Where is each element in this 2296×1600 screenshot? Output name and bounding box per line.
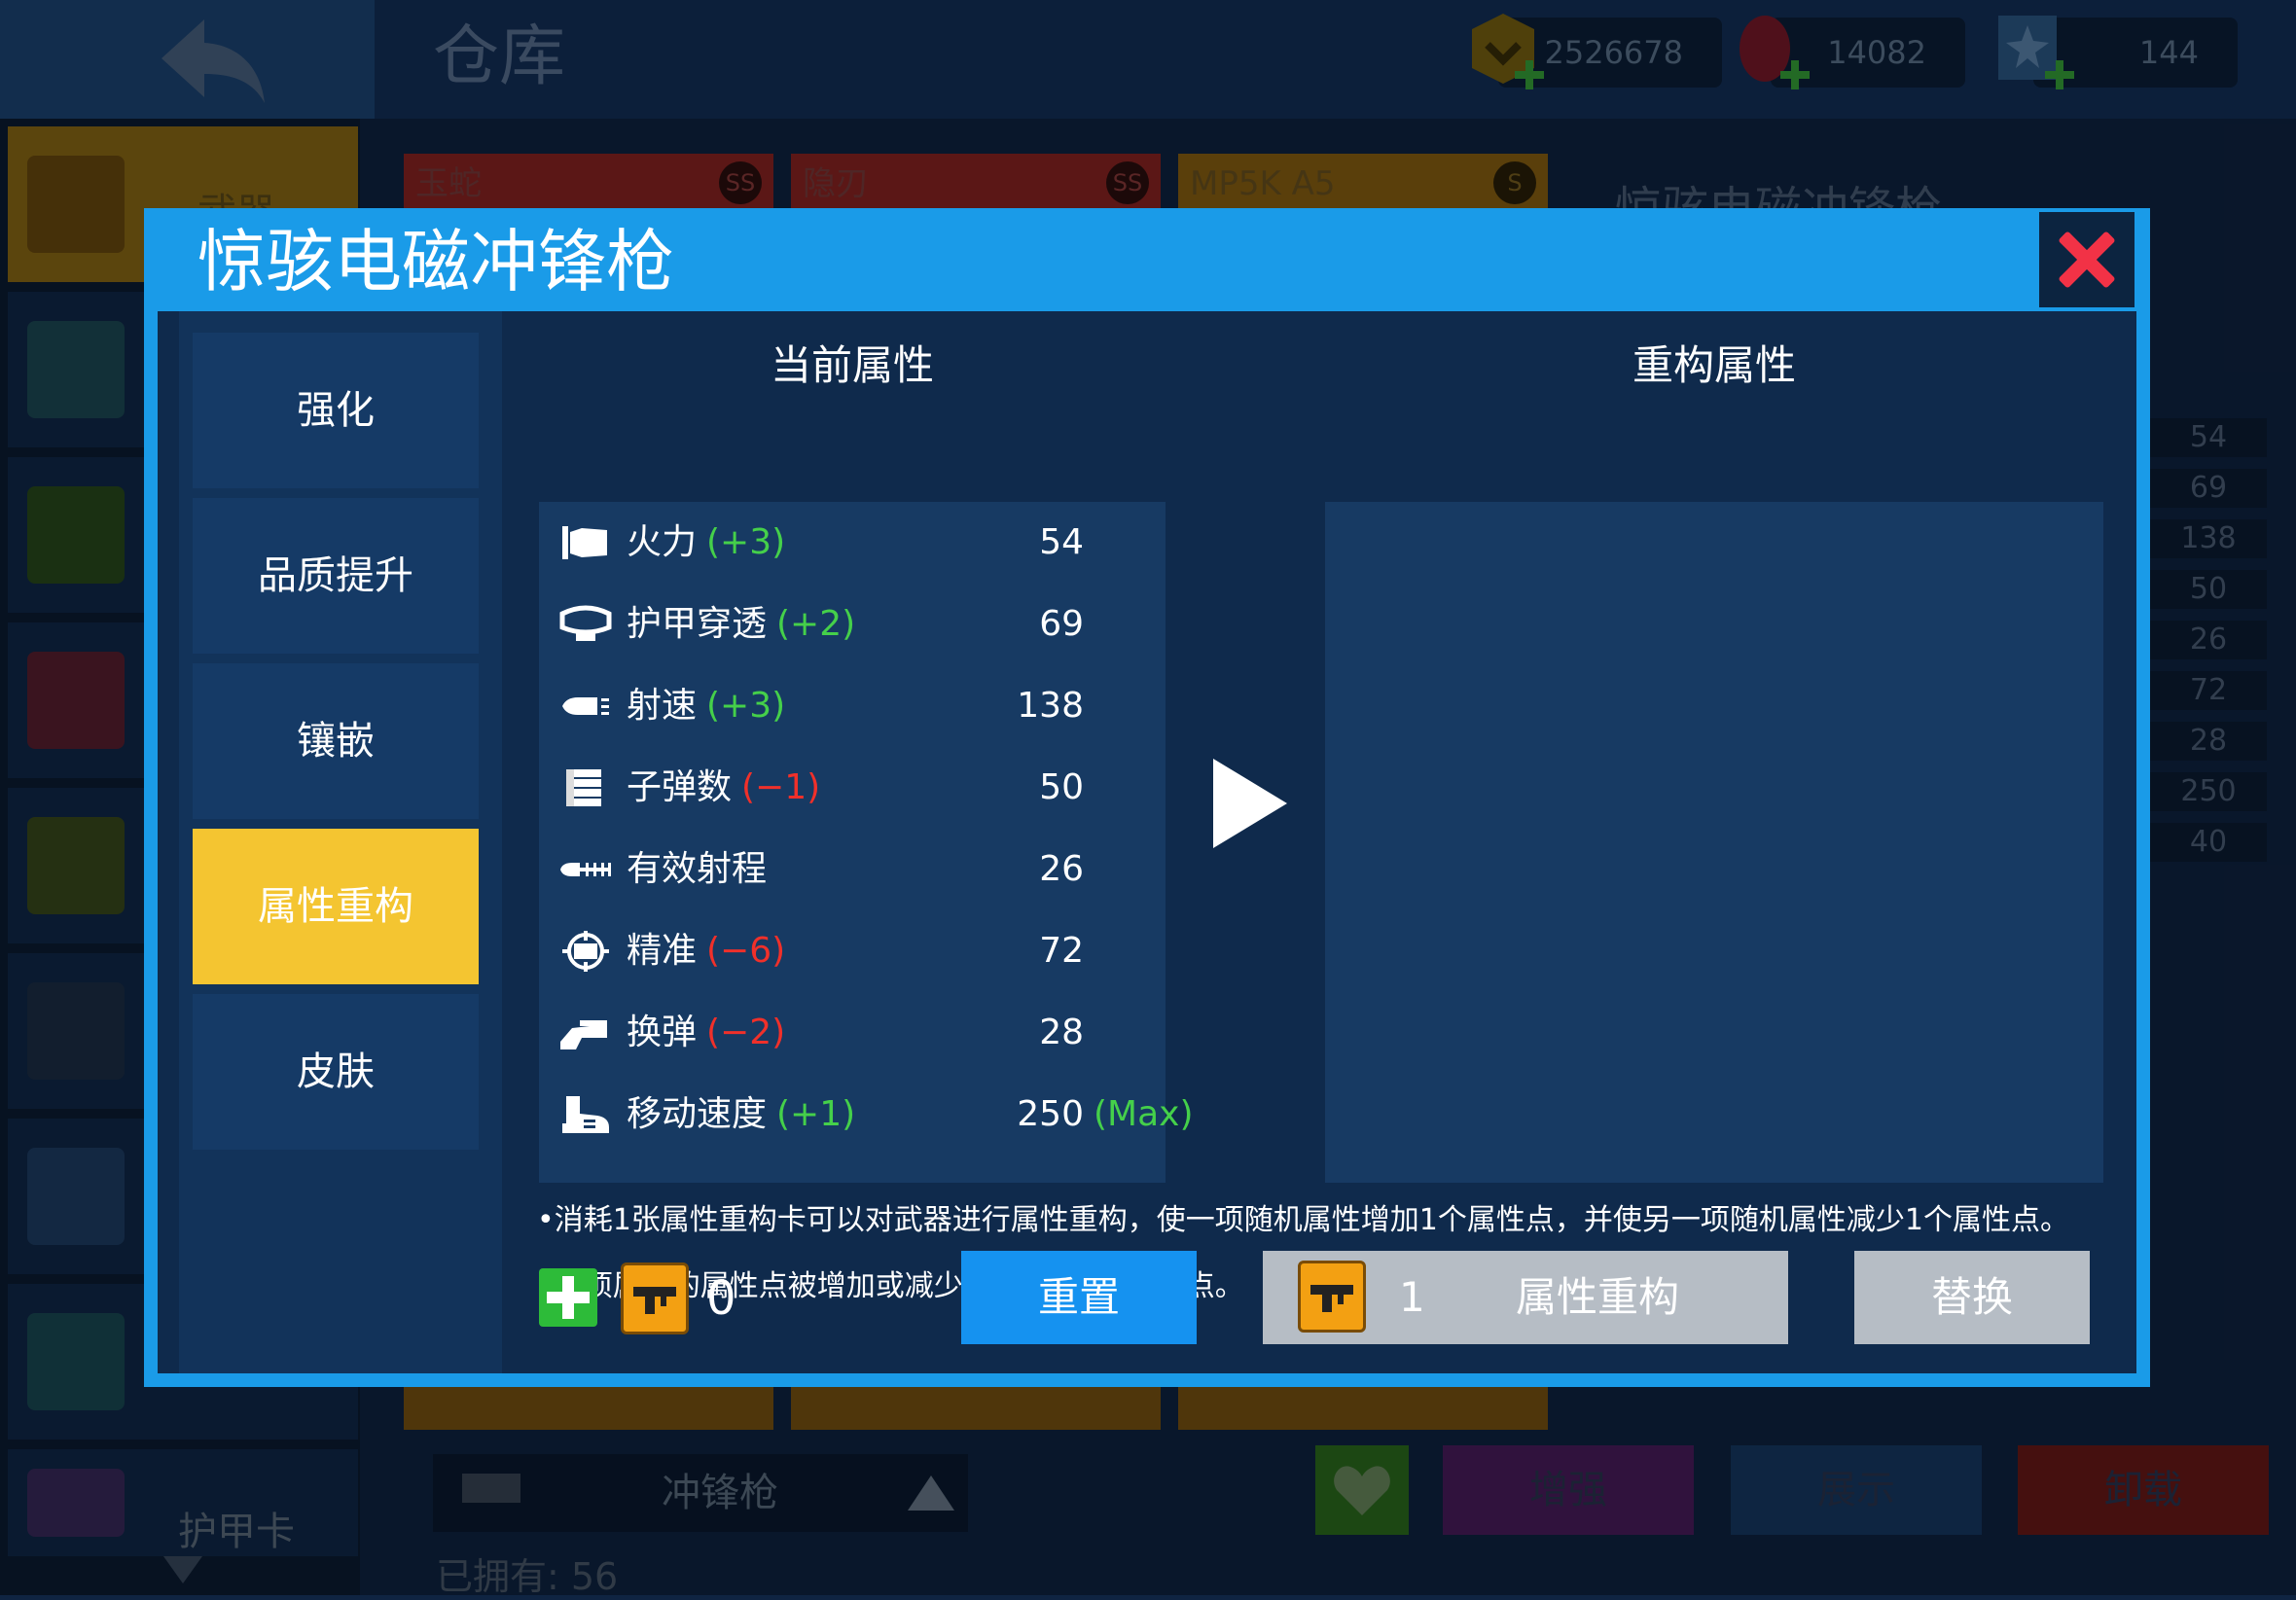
stat-value: 250 — [1017, 1094, 1084, 1134]
tab-attribute-reroll[interactable]: 属性重构 — [193, 829, 479, 984]
owned-card-count: 0 — [706, 1271, 736, 1326]
stat-row: 精准 (−6) 72 — [539, 910, 1166, 992]
stat-delta: (−2) — [706, 1013, 786, 1052]
stat-row: 换弹 (−2) 28 — [539, 992, 1166, 1074]
accuracy-icon — [562, 931, 609, 972]
stat-value: 50 — [1039, 767, 1084, 807]
stat-row: 护甲穿透 (+2) 69 — [539, 584, 1166, 665]
stat-delta: (+2) — [776, 604, 856, 644]
stat-name: 移动速度 — [627, 1094, 768, 1134]
cost-card-count: 1 — [1399, 1273, 1425, 1321]
stat-name: 有效射程 — [627, 849, 768, 889]
stat-name: 射速 — [627, 686, 698, 726]
stat-row: 移动速度 (+1) 250 (Max) — [539, 1074, 1194, 1156]
stat-max-label: (Max) — [1094, 1094, 1194, 1134]
rerolled-attributes-panel — [1325, 502, 2103, 1183]
armor-pierce-icon — [559, 605, 612, 641]
tab-enhance[interactable]: 强化 — [193, 333, 479, 488]
stat-value: 26 — [1039, 849, 1084, 889]
ammo-count-icon — [566, 769, 601, 806]
dialog-body: 强化 品质提升 镶嵌 属性重构 皮肤 当前属性 重构属性 火力 (+3) 54 护… — [158, 311, 2136, 1373]
stat-name: 火力 — [627, 522, 698, 562]
close-button[interactable] — [2039, 212, 2135, 307]
stat-delta: (−6) — [706, 931, 786, 971]
stat-delta: (+3) — [706, 522, 786, 562]
rerolled-attributes-title: 重构属性 — [1632, 341, 1796, 389]
reroll-label: 属性重构 — [1516, 1273, 1680, 1321]
stat-name: 子弹数 — [627, 767, 733, 807]
fire-rate-icon — [562, 697, 609, 715]
firepower-icon — [562, 526, 607, 559]
stat-row: 火力 (+3) 54 — [539, 502, 1166, 584]
stat-delta: (−1) — [741, 767, 821, 807]
dialog-title: 惊骇电磁冲锋枪 — [197, 222, 674, 302]
reroll-card-icon — [621, 1262, 689, 1334]
stat-name: 护甲穿透 — [627, 604, 768, 644]
arrow-right-icon — [1213, 759, 1287, 848]
stat-row: 子弹数 (−1) 50 — [539, 747, 1166, 829]
stat-delta: (+3) — [706, 686, 786, 726]
current-attributes-panel: 火力 (+3) 54 护甲穿透 (+2) 69 射速 (+3) 138 子弹数 (−1)… — [539, 502, 1194, 1183]
tab-quality-upgrade[interactable]: 品质提升 — [193, 498, 479, 654]
reload-icon — [560, 1020, 607, 1049]
tab-skin[interactable]: 皮肤 — [193, 994, 479, 1150]
buy-card-button[interactable] — [539, 1268, 597, 1327]
stat-value: 54 — [1039, 522, 1084, 562]
stat-name: 换弹 — [627, 1013, 698, 1052]
stat-value: 28 — [1039, 1013, 1084, 1052]
reset-button[interactable]: 重置 — [961, 1251, 1197, 1344]
stat-name: 精准 — [627, 931, 698, 971]
reroll-button[interactable]: 1 属性重构 — [1263, 1251, 1788, 1344]
reroll-card-icon — [1298, 1261, 1366, 1333]
replace-button[interactable]: 替换 — [1854, 1251, 2090, 1344]
stat-value: 69 — [1039, 604, 1084, 644]
range-icon — [560, 863, 611, 876]
stat-row: 有效射程 26 — [539, 829, 1166, 910]
reroll-rule-note: •消耗1张属性重构卡可以对武器进行属性重构，使一项随机属性增加1个属性点，并使另… — [537, 1203, 2069, 1237]
stat-value: 72 — [1039, 931, 1084, 971]
attribute-reroll-dialog: 惊骇电磁冲锋枪 强化 品质提升 镶嵌 属性重构 皮肤 当前属性 重构属性 火力(… — [144, 208, 2150, 1387]
move-speed-icon — [562, 1096, 609, 1133]
stat-delta: (+1) — [776, 1094, 856, 1134]
tab-inlay[interactable]: 镶嵌 — [193, 663, 479, 819]
current-attributes-title: 当前属性 — [770, 341, 934, 389]
stat-value: 138 — [1017, 686, 1084, 726]
stat-row: 射速 (+3) 138 — [539, 665, 1166, 747]
